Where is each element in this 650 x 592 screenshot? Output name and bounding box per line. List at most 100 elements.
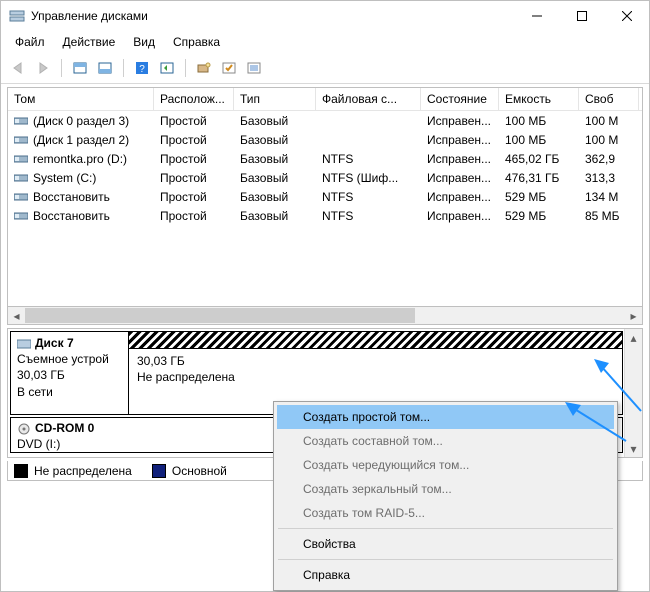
volume-icon <box>14 191 28 203</box>
volume-row[interactable]: (Диск 0 раздел 3)ПростойБазовыйИсправен.… <box>8 111 642 130</box>
volume-type: Базовый <box>234 133 316 147</box>
scroll-left-icon[interactable]: ◂ <box>8 307 25 324</box>
col-filesystem[interactable]: Файловая с... <box>316 88 421 110</box>
annotation-arrow <box>561 396 631 446</box>
menu-help[interactable]: Справка <box>165 33 228 51</box>
toolbar-separator <box>185 59 186 77</box>
disk-online: В сети <box>17 385 53 399</box>
volumes-hscrollbar[interactable]: ◂ ▸ <box>7 307 643 325</box>
volume-status: Исправен... <box>421 190 499 204</box>
volume-row[interactable]: Восстановить ПростойБазовыйNTFSИсправен..… <box>8 206 642 225</box>
col-capacity[interactable]: Емкость <box>499 88 579 110</box>
disk-info: Диск 7 Съемное устрой 30,03 ГБ В сети <box>11 332 129 414</box>
svg-text:?: ? <box>139 64 145 75</box>
volumes-panel: Том Располож... Тип Файловая с... Состоя… <box>7 87 643 307</box>
volume-row[interactable]: (Диск 1 раздел 2)ПростойБазовыйИсправен.… <box>8 130 642 149</box>
back-button[interactable] <box>7 57 29 79</box>
volume-fs: NTFS <box>316 190 421 204</box>
volume-row[interactable]: remontka.pro (D:)ПростойБазовыйNTFSИспра… <box>8 149 642 168</box>
volume-row[interactable]: ВосстановитьПростойБазовыйNTFSИсправен..… <box>8 187 642 206</box>
volume-icon <box>14 115 28 127</box>
volume-name: Восстановить <box>33 209 110 223</box>
volume-type: Базовый <box>234 209 316 223</box>
scroll-track[interactable] <box>25 307 625 324</box>
disk-management-window: Управление дисками Файл Действие Вид Спр… <box>0 0 650 592</box>
window-controls <box>514 1 649 31</box>
partition-state: Не распределена <box>137 369 614 385</box>
col-layout[interactable]: Располож... <box>154 88 234 110</box>
cdrom-drive: DVD (I:) <box>17 437 60 451</box>
view-bottom-button[interactable] <box>94 57 116 79</box>
volume-icon <box>14 210 28 222</box>
menu-file[interactable]: Файл <box>7 33 53 51</box>
cdrom-icon <box>17 423 31 435</box>
volume-capacity: 529 МБ <box>499 209 579 223</box>
volume-type: Базовый <box>234 171 316 185</box>
legend-unallocated: Не распределена <box>14 464 132 478</box>
volume-name: (Диск 0 раздел 3) <box>33 114 129 128</box>
check-button[interactable] <box>218 57 240 79</box>
volume-free: 362,9 <box>579 152 639 166</box>
volume-name: remontka.pro (D:) <box>33 152 127 166</box>
help-button[interactable]: ? <box>131 57 153 79</box>
scroll-thumb[interactable] <box>25 308 415 323</box>
list-button[interactable] <box>243 57 265 79</box>
context-menu-separator <box>278 559 613 560</box>
col-status[interactable]: Состояние <box>421 88 499 110</box>
context-menu-properties[interactable]: Свойства <box>277 532 614 556</box>
settings-button[interactable] <box>193 57 215 79</box>
volume-icon <box>14 153 28 165</box>
volume-free: 100 М <box>579 133 639 147</box>
volume-layout: Простой <box>154 190 234 204</box>
context-menu-item: Создать зеркальный том... <box>277 477 614 501</box>
col-volume[interactable]: Том <box>8 88 154 110</box>
volume-capacity: 529 МБ <box>499 190 579 204</box>
view-top-button[interactable] <box>69 57 91 79</box>
context-menu-item: Создать чередующийся том... <box>277 453 614 477</box>
partition-size: 30,03 ГБ <box>137 353 614 369</box>
volume-layout: Простой <box>154 152 234 166</box>
volume-status: Исправен... <box>421 114 499 128</box>
col-free[interactable]: Своб <box>579 88 639 110</box>
minimize-button[interactable] <box>514 1 559 31</box>
close-button[interactable] <box>604 1 649 31</box>
toolbar: ? <box>1 55 649 84</box>
volume-status: Исправен... <box>421 171 499 185</box>
toolbar-separator <box>61 59 62 77</box>
context-menu-help[interactable]: Справка <box>277 563 614 587</box>
legend-unallocated-label: Не распределена <box>34 464 132 478</box>
partition-hatch <box>129 332 622 349</box>
cdrom-name: CD-ROM 0 <box>35 421 94 435</box>
swatch-unallocated <box>14 464 28 478</box>
scroll-up-icon[interactable]: ▴ <box>625 329 642 346</box>
volume-icon <box>14 172 28 184</box>
volume-status: Исправен... <box>421 209 499 223</box>
legend-primary-label: Основной <box>172 464 227 478</box>
title-bar: Управление дисками <box>1 1 649 31</box>
scroll-right-icon[interactable]: ▸ <box>625 307 642 324</box>
volume-layout: Простой <box>154 209 234 223</box>
menu-view[interactable]: Вид <box>125 33 163 51</box>
volume-free: 100 М <box>579 114 639 128</box>
volume-type: Базовый <box>234 114 316 128</box>
menu-action[interactable]: Действие <box>55 33 124 51</box>
volume-fs: NTFS <box>316 209 421 223</box>
volume-layout: Простой <box>154 133 234 147</box>
volume-layout: Простой <box>154 171 234 185</box>
toolbar-separator <box>123 59 124 77</box>
volume-free: 134 М <box>579 190 639 204</box>
volume-free: 313,3 <box>579 171 639 185</box>
refresh-button[interactable] <box>156 57 178 79</box>
swatch-primary <box>152 464 166 478</box>
volume-capacity: 465,02 ГБ <box>499 152 579 166</box>
col-type[interactable]: Тип <box>234 88 316 110</box>
volume-status: Исправен... <box>421 152 499 166</box>
forward-button[interactable] <box>32 57 54 79</box>
volume-fs: NTFS (Шиф... <box>316 171 421 185</box>
maximize-button[interactable] <box>559 1 604 31</box>
disk-name: Диск 7 <box>35 336 74 350</box>
volume-row[interactable]: System (C:)ПростойБазовыйNTFS (Шиф...Исп… <box>8 168 642 187</box>
volume-icon <box>14 134 28 146</box>
volumes-header: Том Располож... Тип Файловая с... Состоя… <box>8 88 642 111</box>
volume-name: Восстановить <box>33 190 110 204</box>
